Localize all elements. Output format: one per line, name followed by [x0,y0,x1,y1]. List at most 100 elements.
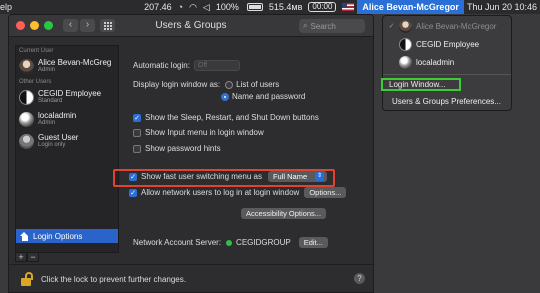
lock-icon[interactable] [21,272,33,286]
chevron-right-icon[interactable]: › [80,19,95,32]
other-users-heading: Other Users [19,79,52,85]
bottom-bar: Click the lock to prevent further change… [9,264,373,292]
battery-icon[interactable] [242,0,266,14]
fus-user-name: localadmin [416,57,455,67]
zoom-button[interactable] [44,21,53,30]
radio-name-label: Name and password [232,92,306,101]
user-role: Admin [38,67,56,73]
radio-name-and-password[interactable] [221,92,229,101]
sidebar-item-login-options[interactable]: Login Options [16,229,118,243]
sidebar-user-localadmin[interactable]: localadmin Admin [16,108,118,130]
login-window-item[interactable]: Login Window... [381,78,461,91]
chevron-left-icon[interactable]: ‹ [63,19,78,32]
automatic-login-label: Automatic login: [133,61,190,70]
checkbox-label: Show Input menu in login window [145,128,264,137]
checkbox-network-users[interactable]: ✓ [129,188,137,197]
sidebar-user-current[interactable]: Alice Bevan-McGreg Admin [16,55,118,77]
timer-badge: 00:00 [308,2,337,12]
users-sidebar: Current User Alice Bevan-McGreg Admin Ot… [15,45,119,253]
user-name: localadmin [38,111,77,120]
radio-list-label: List of users [236,80,280,89]
checkbox-label: Allow network users to log in at login w… [141,188,300,197]
fus-user-cegid[interactable]: CEGID Employee [388,36,479,52]
avatar [399,55,412,69]
window-controls [16,21,53,30]
avatar [399,19,412,33]
minimize-button[interactable] [30,21,39,30]
lock-text: Click the lock to prevent further change… [41,275,186,284]
sidebar-user-guest[interactable]: Guest User Login only [16,130,118,152]
fus-user-localadmin[interactable]: localadmin [388,54,454,70]
sidebar-user-cegid[interactable]: CEGID Employee Standard [16,86,118,108]
edit-button[interactable]: Edit... [298,237,328,248]
search-placeholder: Search [310,21,336,31]
avatar [19,58,34,74]
sidebar-item-label: Login Options [33,231,83,241]
add-user-button[interactable]: + [15,252,27,262]
house-icon [20,231,29,241]
avatar [399,37,412,51]
volume-icon[interactable]: ◁ [200,0,213,14]
checkbox-row-input-menu: Show Input menu in login window [133,128,264,137]
search-icon: ⌕ [303,21,308,30]
options-button[interactable]: Options... [304,187,347,198]
checkbox-row-fast-switch: ✓ Show fast user switching menu as Full … [129,171,328,182]
add-remove-controls: + − [15,252,39,262]
checkmark-icon: ✓ [388,23,395,30]
radio-list-of-users[interactable] [225,80,234,89]
network-server-row: Network Account Server: CEGIDGROUP Edit.… [133,237,328,248]
network-speed[interactable]: 515.4мв [266,0,306,14]
display-login-label: Display login window as: [133,80,221,89]
updown-arrows-icon: ⇕ [315,172,325,181]
user-name: Alice Bevan-McGreg [38,58,112,67]
clock[interactable]: Thu Jun 20 10:46 [464,0,540,14]
checkbox-password-hints[interactable] [133,144,141,153]
fast-user-switch-menu[interactable]: Alice Bevan-McGregor [357,0,464,14]
wifi-icon[interactable]: ◠ [186,0,200,14]
search-input[interactable]: ⌕ Search [299,19,365,33]
automatic-login-popup[interactable]: Off [193,60,240,71]
checkbox-row-sleep: ✓ Show the Sleep, Restart, and Shut Down… [133,113,319,122]
timer-badge-wrap[interactable]: 00:00 [305,0,339,14]
flag-icon[interactable] [339,0,357,14]
network-server-label: Network Account Server: [133,238,222,247]
checkbox-fast-user-switching[interactable]: ✓ [129,172,137,181]
pie-chart-icon[interactable]: ◔ [175,0,186,14]
user-role: Standard [38,98,63,104]
help-button[interactable]: ? [354,273,365,284]
nav-buttons: ‹ › [63,19,95,32]
status-dot-icon [226,239,233,246]
checkbox-label: Show fast user switching menu as [141,172,262,181]
current-user-heading: Current User [19,48,54,54]
menubar-stat[interactable]: 207.46 [141,0,175,14]
checkbox-row-password-hints: Show password hints [133,144,221,153]
avatar [19,133,34,149]
accessibility-options-button[interactable]: Accessibility Options... [241,208,327,219]
checkbox-sleep-buttons[interactable]: ✓ [133,113,141,122]
battery-percent[interactable]: 100% [213,0,242,14]
remove-user-button[interactable]: − [27,252,39,262]
menu-bar: elp 207.46 ◔ ◠ ◁ 100% 515.4мв 00:00 Alic… [0,0,540,14]
fast-user-switch-dropdown: ✓ Alice Bevan-McGregor CEGID Employee lo… [381,15,512,111]
checkbox-label: Show the Sleep, Restart, and Shut Down b… [145,113,319,122]
app-menu[interactable]: elp [0,0,15,14]
network-server-value: CEGIDGROUP [236,238,291,247]
user-role: Login only [38,142,66,148]
checkbox-input-menu[interactable] [133,128,141,137]
avatar [19,111,34,127]
user-name: Guest User [38,133,79,142]
user-name: CEGID Employee [38,89,102,98]
close-button[interactable] [16,21,25,30]
title-bar: ‹ › Users & Groups ⌕ Search [9,15,373,37]
fast-switch-popup[interactable]: Full Name ⇕ [267,171,328,182]
checkbox-label: Show password hints [145,144,221,153]
display-login-row: Display login window as: List of users [133,80,279,89]
fast-switch-value: Full Name [272,172,308,181]
automatic-login-row: Automatic login: Off [133,60,240,71]
users-groups-prefs-item[interactable]: Users & Groups Preferences... [383,95,511,108]
users-groups-window: ‹ › Users & Groups ⌕ Search Current User… [8,14,374,293]
avatar [19,89,34,105]
grid-icon[interactable] [100,19,115,32]
login-options-pane: Automatic login: Off Display login windo… [113,43,373,263]
fus-user-alice[interactable]: ✓ Alice Bevan-McGregor [388,18,496,34]
